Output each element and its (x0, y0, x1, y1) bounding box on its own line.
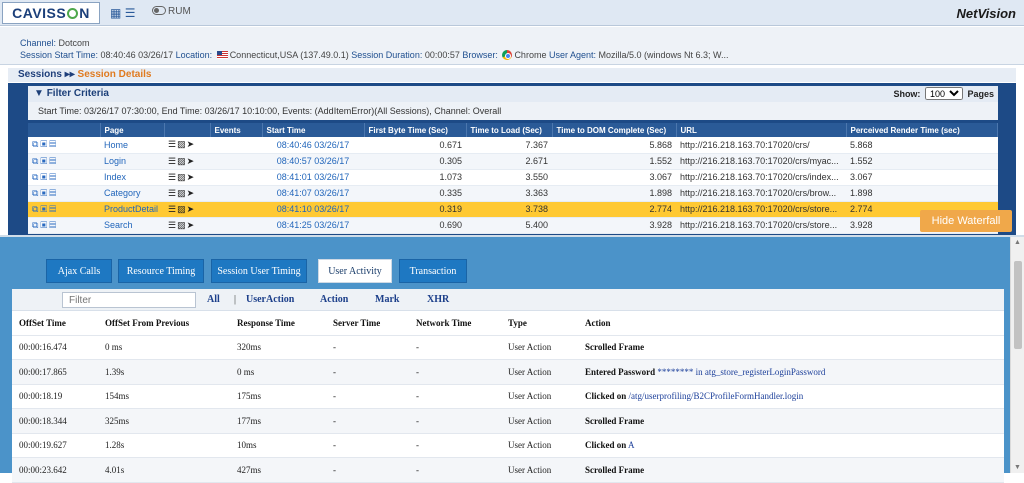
col-server-time: Server Time (326, 311, 409, 336)
scrollbar-thumb[interactable] (1014, 261, 1022, 349)
col-start-time[interactable]: Start Time (262, 123, 365, 137)
event-icons[interactable]: ☰▨➤ (168, 220, 195, 230)
filter-criteria-header[interactable]: ▼ Filter Criteria Show: 100 Pages (28, 86, 998, 102)
col-url[interactable]: URL (676, 123, 847, 137)
col-page[interactable]: Page (100, 123, 165, 137)
filter-xhr-link[interactable]: XHR (427, 294, 449, 305)
scroll-down-icon[interactable]: ▼ (1014, 464, 1021, 471)
table-row[interactable]: 00:00:19.627 1.28s 10ms - - User Action … (12, 433, 1004, 458)
page-name[interactable]: Search (100, 217, 164, 234)
row-action-icons[interactable]: ⧉▣▤ (32, 139, 58, 149)
event-icons[interactable]: ☰▨➤ (168, 172, 195, 182)
user-activity-card: All | UserAction Action Mark XHR OffSet … (12, 289, 1004, 483)
col-time-to-load[interactable]: Time to Load (Sec) (466, 123, 553, 137)
col-response-time: Response Time (230, 311, 326, 336)
event-icons[interactable]: ☰▨➤ (168, 188, 195, 198)
breadcrumb-sessions[interactable]: Sessions (18, 69, 62, 80)
col-actions (28, 123, 101, 137)
breadcrumb-current: Session Details (77, 69, 152, 80)
filter-separator: | (234, 294, 237, 305)
table-row[interactable]: 00:00:23.642 4.01s 427ms - - User Action… (12, 457, 1004, 483)
chrome-icon (502, 50, 513, 60)
filter-all-link[interactable]: All (207, 294, 220, 305)
filter-mark-link[interactable]: Mark (375, 294, 399, 305)
col-network-time: Network Time (409, 311, 501, 336)
col-render-time[interactable]: Perceived Render Time (sec) (846, 123, 998, 137)
tab-resource-timing[interactable]: Resource Timing (118, 259, 204, 283)
table-row[interactable]: ⧉▣▤ Login ☰▨➤ 08:40:57 03/26/17 0.305 2.… (28, 153, 998, 170)
detail-panel: Ajax Calls Resource Timing Session User … (0, 235, 1024, 483)
list-icon[interactable]: ☰ (125, 6, 136, 20)
col-events[interactable]: Events (210, 123, 263, 137)
col-icons (164, 123, 211, 137)
col-first-byte[interactable]: First Byte Time (Sec) (364, 123, 467, 137)
show-pages-control: Show: 100 Pages (893, 86, 994, 102)
user-activity-table: OffSet Time OffSet From Previous Respons… (12, 311, 1004, 483)
show-count-select[interactable]: 100 (924, 87, 963, 100)
toggle-icon[interactable] (152, 6, 166, 15)
top-bar: CAVISS N ▦ ☰ RUM NetVision (0, 0, 1024, 26)
row-action-icons[interactable]: ⧉▣▤ (32, 156, 58, 166)
col-action: Action (578, 311, 1004, 336)
filter-action-link[interactable]: Action (320, 294, 348, 305)
pages-panel: ▼ Filter Criteria Show: 100 Pages Start … (8, 83, 1016, 235)
table-row[interactable]: ⧉▣▤ Index ☰▨➤ 08:41:01 03/26/17 1.073 3.… (28, 169, 998, 186)
tab-user-activity[interactable]: User Activity (318, 259, 392, 283)
tab-transaction[interactable]: Transaction (399, 259, 467, 283)
channel-line: Channel: Dotcom (20, 38, 90, 48)
chart-icon[interactable]: ▦ (110, 6, 121, 20)
table-row-selected[interactable]: ⧉▣▤ ProductDetail ☰▨➤ 08:41:10 03/26/17 … (28, 201, 998, 218)
col-type: Type (501, 311, 578, 336)
activity-filter-input[interactable] (62, 292, 196, 308)
page-name[interactable]: Category (100, 185, 164, 202)
rum-toggle[interactable]: RUM (152, 6, 191, 17)
scroll-up-icon[interactable]: ▲ (1014, 239, 1021, 246)
row-action-icons[interactable]: ⧉▣▤ (32, 220, 58, 230)
row-action-icons[interactable]: ⧉▣▤ (32, 172, 58, 182)
us-flag-icon (216, 51, 228, 59)
session-details-line: Session Start Time: 08:40:46 03/26/17 Lo… (20, 50, 729, 60)
session-info: Channel: Dotcom Session Start Time: 08:4… (0, 27, 1024, 65)
filter-criteria-text: Start Time: 03/26/17 07:30:00, End Time:… (28, 102, 998, 120)
view-toggle-icons[interactable]: ▦ ☰ (110, 6, 135, 20)
table-row[interactable]: ⧉▣▤ Category ☰▨➤ 08:41:07 03/26/17 0.335… (28, 185, 998, 202)
row-action-icons[interactable]: ⧉▣▤ (32, 188, 58, 198)
col-offset-previous: OffSet From Previous (98, 311, 230, 336)
table-row[interactable]: 00:00:18.344 325ms 177ms - - User Action… (12, 408, 1004, 434)
tab-ajax-calls[interactable]: Ajax Calls (46, 259, 112, 283)
table-row[interactable]: 00:00:17.865 1.39s 0 ms - - User Action … (12, 359, 1004, 385)
breadcrumb-arrow-icon: ▸▸ (64, 69, 75, 80)
page-name[interactable]: Home (100, 137, 164, 154)
collapse-arrow-icon[interactable]: ▼ (34, 88, 44, 99)
pages-table: Page Events Start Time First Byte Time (… (28, 123, 998, 234)
vertical-scrollbar[interactable]: ▲ ▼ (1010, 237, 1024, 473)
table-row[interactable]: ⧉▣▤ Home ☰▨➤ 08:40:46 03/26/17 0.671 7.3… (28, 137, 998, 154)
table-row[interactable]: 00:00:16.474 0 ms 320ms - - User Action … (12, 335, 1004, 360)
page-name[interactable]: ProductDetail (100, 201, 164, 218)
product-brand: NetVision (956, 6, 1016, 21)
table-row[interactable]: 00:00:18.19 154ms 175ms - - User Action … (12, 384, 1004, 409)
col-offset-time: OffSet Time (12, 311, 98, 336)
breadcrumb: Sessions ▸▸ Session Details (8, 68, 1016, 82)
row-action-icons[interactable]: ⧉▣▤ (32, 204, 58, 214)
event-icons[interactable]: ☰▨➤ (168, 204, 195, 214)
event-icons[interactable]: ☰▨➤ (168, 156, 195, 166)
activity-filters: All | UserAction Action Mark XHR (12, 289, 1004, 311)
filter-useraction-link[interactable]: UserAction (246, 294, 294, 305)
cavisson-logo[interactable]: CAVISS N (2, 2, 100, 24)
table-row[interactable]: ⧉▣▤ Search ☰▨➤ 08:41:25 03/26/17 0.690 5… (28, 217, 998, 234)
tab-session-user-timing[interactable]: Session User Timing (211, 259, 307, 283)
page-name[interactable]: Index (100, 169, 164, 186)
event-icons[interactable]: ☰▨➤ (168, 139, 195, 149)
page-name[interactable]: Login (100, 153, 164, 170)
hide-waterfall-button[interactable]: Hide Waterfall (920, 210, 1012, 232)
col-dom-complete[interactable]: Time to DOM Complete (Sec) (552, 123, 677, 137)
